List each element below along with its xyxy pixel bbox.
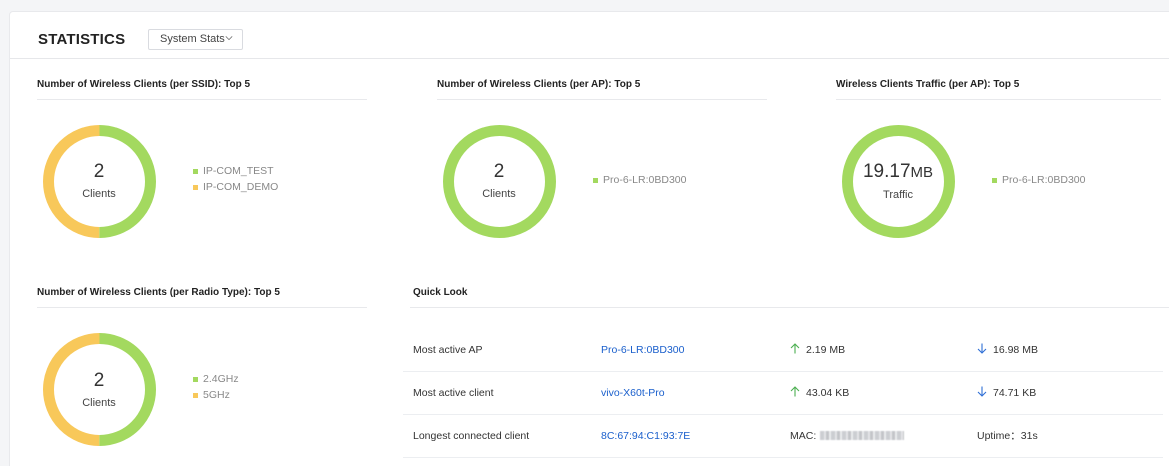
legend-swatch — [193, 168, 198, 174]
ql-upload: 43.04 KB — [790, 372, 849, 415]
legend-item: IP-COM_DEMO — [193, 179, 278, 195]
quick-look-row: Most active AP Pro-6-LR:0BD300 2.19 MB 1… — [403, 329, 1163, 372]
mac-label: MAC: — [790, 430, 817, 442]
ssid-legend: IP-COM_TEST IP-COM_DEMO — [193, 163, 278, 195]
legend-swatch — [193, 392, 198, 398]
ssid-panel-divider — [37, 99, 367, 100]
download-value: 74.71 KB — [993, 387, 1037, 399]
legend-swatch — [593, 177, 598, 183]
ap-legend: Pro-6-LR:0BD300 — [593, 172, 686, 188]
longest-connected-client-link[interactable]: 8C:67:94:C1:93:7E — [601, 415, 690, 458]
legend-item: Pro-6-LR:0BD300 — [593, 172, 686, 188]
traffic-panel-title: Wireless Clients Traffic (per AP): Top 5 — [836, 79, 1020, 90]
ap-panel-title: Number of Wireless Clients (per AP): Top… — [437, 79, 641, 90]
traffic-legend: Pro-6-LR:0BD300 — [992, 172, 1085, 188]
legend-item: 2.4GHz — [193, 371, 239, 387]
traffic-panel-divider — [836, 99, 1161, 100]
radio-legend: 2.4GHz 5GHz — [193, 371, 239, 403]
radio-donut-center: 2 Clients — [49, 370, 149, 409]
stats-type-select[interactable]: System Stats — [148, 29, 243, 50]
traffic-amount: 19.17MB — [848, 161, 948, 184]
ssid-donut-center: 2 Clients — [49, 161, 149, 200]
download-value: 16.98 MB — [993, 344, 1038, 356]
arrow-down-icon — [977, 343, 987, 354]
chevron-down-icon — [225, 36, 233, 41]
redacted-mac-value — [820, 431, 905, 440]
upload-value: 43.04 KB — [806, 387, 850, 399]
radio-client-label: Clients — [82, 397, 116, 409]
legend-label: IP-COM_DEMO — [203, 181, 279, 193]
ql-download: 16.98 MB — [977, 329, 1038, 372]
ql-mac: MAC: — [790, 415, 905, 458]
radio-panel-title: Number of Wireless Clients (per Radio Ty… — [37, 287, 280, 298]
traffic-unit: MB — [910, 164, 934, 181]
stats-type-select-value: System Stats — [160, 33, 225, 45]
ssid-client-count: 2 — [93, 161, 105, 182]
traffic-value: 19.17 — [862, 161, 911, 182]
legend-swatch — [193, 184, 198, 190]
upload-value: 2.19 MB — [806, 344, 846, 356]
ql-label: Longest connected client — [413, 430, 530, 442]
traffic-donut-center: 19.17MB Traffic — [848, 161, 948, 201]
quick-look-divider — [410, 307, 1169, 308]
legend-swatch — [992, 177, 997, 183]
ssid-panel-title: Number of Wireless Clients (per SSID): T… — [37, 79, 251, 90]
ql-download: 74.71 KB — [977, 372, 1036, 415]
legend-label: 2.4GHz — [203, 373, 239, 385]
quick-look-row: Most active client vivo-X60t-Pro 43.04 K… — [403, 372, 1163, 415]
legend-swatch — [193, 376, 198, 382]
legend-label: IP-COM_TEST — [203, 165, 274, 177]
traffic-label: Traffic — [883, 189, 913, 201]
legend-label: 5GHz — [203, 389, 230, 401]
ap-client-count: 2 — [493, 161, 505, 182]
quick-look-title: Quick Look — [413, 287, 468, 298]
legend-item: Pro-6-LR:0BD300 — [992, 172, 1085, 188]
arrow-down-icon — [977, 386, 987, 397]
radio-panel-divider — [37, 307, 367, 308]
row-divider — [403, 457, 1163, 458]
ql-label: Most active AP — [413, 344, 483, 356]
arrow-up-icon — [790, 386, 800, 397]
page-title: STATISTICS — [38, 31, 126, 48]
legend-label: Pro-6-LR:0BD300 — [603, 174, 687, 186]
most-active-client-link[interactable]: vivo-X60t-Pro — [601, 372, 665, 415]
arrow-up-icon — [790, 343, 800, 354]
ql-upload: 2.19 MB — [790, 329, 845, 372]
ql-label: Most active client — [413, 387, 494, 399]
ql-uptime: Uptime：31s — [977, 430, 1038, 442]
most-active-ap-link[interactable]: Pro-6-LR:0BD300 — [601, 329, 684, 372]
ap-panel-divider — [437, 99, 767, 100]
ap-donut-center: 2 Clients — [449, 161, 549, 200]
ap-client-label: Clients — [482, 188, 516, 200]
radio-client-count: 2 — [93, 370, 105, 391]
legend-item: IP-COM_TEST — [193, 163, 278, 179]
legend-label: Pro-6-LR:0BD300 — [1002, 174, 1086, 186]
card-header: STATISTICS System Stats — [10, 12, 1169, 59]
quick-look-row: Longest connected client 8C:67:94:C1:93:… — [403, 415, 1163, 458]
ssid-client-label: Clients — [82, 188, 116, 200]
legend-item: 5GHz — [193, 387, 239, 403]
